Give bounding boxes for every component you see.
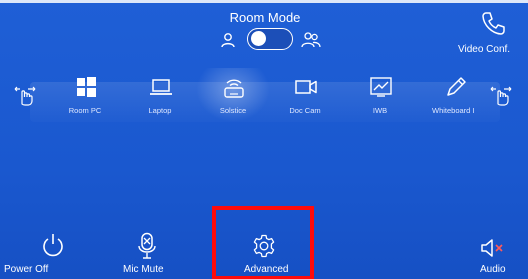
mic-mute-label: Mic Mute	[123, 264, 164, 275]
source-doc-cam[interactable]: Doc Cam	[270, 68, 340, 122]
power-off-button[interactable]: Power Off	[0, 230, 70, 279]
source-label: Doc Cam	[289, 106, 321, 115]
microphone-mute-icon	[138, 232, 156, 259]
audio-label: Audio	[480, 264, 506, 275]
windows-icon	[77, 77, 96, 97]
highlight-annotation-box	[212, 206, 314, 279]
room-mode-toggle[interactable]	[247, 28, 293, 50]
audio-button[interactable]: Audio	[470, 230, 528, 279]
room-mode-title: Room Mode	[229, 10, 301, 25]
swipe-left-icon[interactable]	[12, 82, 38, 108]
chart-board-icon	[370, 77, 392, 97]
power-off-label: Power Off	[4, 264, 49, 275]
video-camera-icon	[295, 80, 317, 94]
room-mode-toggle-knob	[251, 31, 266, 46]
phone-icon	[482, 12, 505, 35]
laptop-icon	[150, 79, 172, 95]
video-conf-label: Video Conf.	[458, 44, 511, 55]
source-label: Solstice	[219, 106, 247, 115]
pen-icon	[447, 77, 466, 96]
source-iwb[interactable]: IWB	[345, 68, 415, 122]
wireless-display-icon	[224, 79, 244, 98]
source-room-pc[interactable]: Room PC	[50, 68, 120, 122]
video-conf-button[interactable]: Video Conf.	[458, 8, 528, 58]
speaker-muted-icon	[481, 239, 503, 257]
control-panel-screen: Room Mode Video Conf. Room PC Laptop Sol…	[0, 0, 528, 279]
source-label: Whiteboard I	[432, 106, 475, 115]
person-icon	[221, 33, 235, 48]
source-label: Room PC	[68, 106, 102, 115]
source-label: Laptop	[148, 106, 172, 115]
source-laptop[interactable]: Laptop	[125, 68, 195, 122]
source-solstice[interactable]: Solstice	[198, 68, 268, 122]
top-edge-divider	[0, 0, 528, 3]
power-icon	[43, 234, 63, 257]
source-label: IWB	[372, 106, 388, 115]
source-selector-bar: Room PC Laptop Solstice Doc Cam IWB Whit…	[0, 68, 528, 122]
group-icon	[301, 32, 321, 48]
swipe-right-icon[interactable]	[488, 82, 514, 108]
source-whiteboard[interactable]: Whiteboard I	[420, 68, 492, 122]
mic-mute-button[interactable]: Mic Mute	[116, 230, 180, 279]
